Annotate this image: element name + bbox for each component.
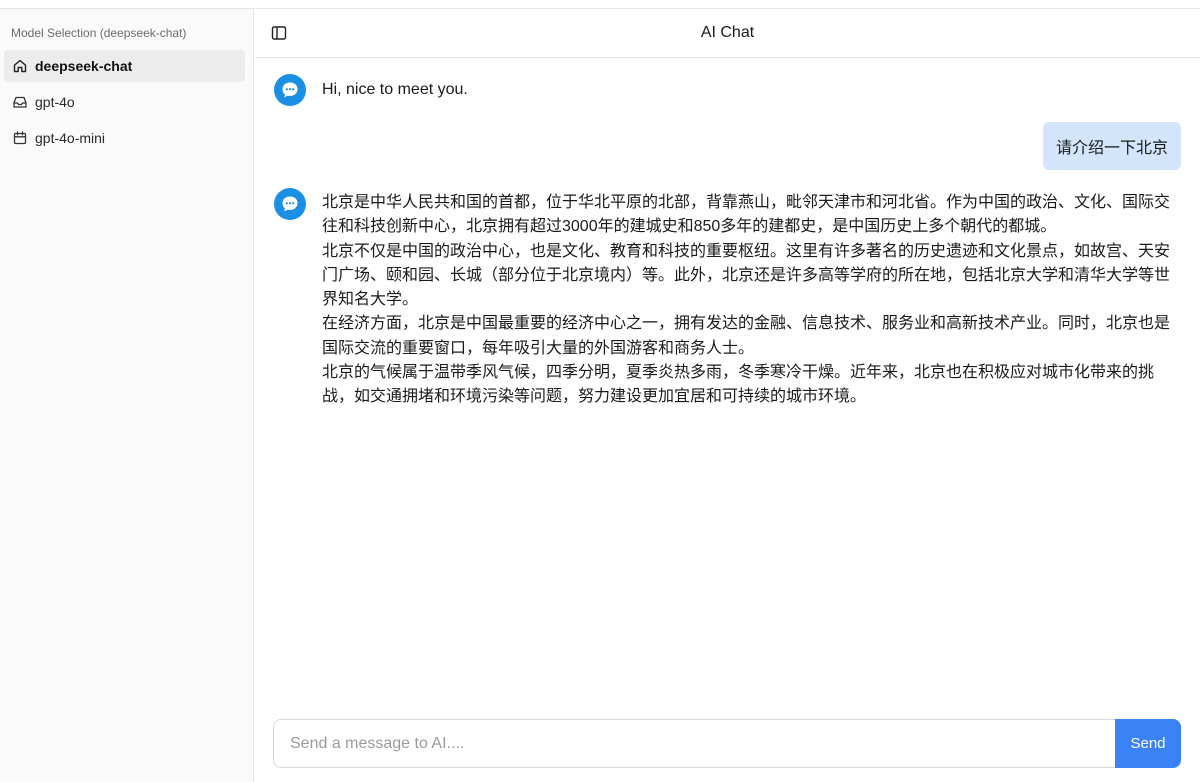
top-strip <box>0 0 1200 8</box>
ai-message: 北京是中华人民共和国的首都，位于华北平原的北部，背靠燕山，毗邻天津市和河北省。作… <box>322 191 1185 410</box>
sidebar-item-gpt-4o[interactable]: gpt-4o <box>4 86 245 118</box>
inbox-icon <box>12 94 28 110</box>
calendar-icon <box>12 130 28 146</box>
ai-message: Hi, nice to meet you. <box>322 81 468 98</box>
sidebar-item-deepseek-chat[interactable]: deepseek-chat <box>4 50 245 82</box>
page-title: AI Chat <box>700 24 755 41</box>
message-composer: Send <box>273 719 1181 768</box>
chat-panel: AI Chat Hi, nice to meet you. 请介绍一下北京 北京… <box>255 8 1200 782</box>
chat-bubble-icon <box>280 80 300 100</box>
sidebar-item-label: deepseek-chat <box>35 58 133 74</box>
sidebar-item-label: gpt-4o <box>35 94 75 110</box>
message-paragraph: 北京不仅是中国的政治中心，也是文化、教育和科技的重要枢纽。这里有许多著名的历史遗… <box>322 242 1171 309</box>
sidebar: Model Selection (deepseek-chat) deepseek… <box>0 8 254 782</box>
home-icon <box>12 58 28 74</box>
message-paragraph: 在经济方面，北京是中国最重要的经济中心之一，拥有发达的金融、信息技术、服务业和高… <box>322 315 1171 357</box>
sidebar-title: Model Selection (deepseek-chat) <box>11 26 187 40</box>
user-message: 请介绍一下北京 <box>1042 122 1181 170</box>
message-input[interactable] <box>273 719 1115 768</box>
sidebar-item-label: gpt-4o-mini <box>35 130 106 146</box>
send-button[interactable]: Send <box>1115 719 1181 768</box>
chat-bubble-icon <box>280 194 300 214</box>
message-paragraph: 北京是中华人民共和国的首都，位于华北平原的北部，背靠燕山，毗邻天津市和河北省。作… <box>322 194 1171 236</box>
chat-header: AI Chat <box>255 9 1200 58</box>
message-paragraph: 北京的气候属于温带季风气候，四季分明，夏季炎热多雨，冬季寒冷干燥。近年来，北京也… <box>322 364 1155 406</box>
sidebar-item-gpt-4o-mini[interactable]: gpt-4o-mini <box>4 122 245 154</box>
ai-avatar <box>274 74 306 106</box>
app-window: Model Selection (deepseek-chat) deepseek… <box>0 0 1200 782</box>
ai-avatar <box>274 188 306 220</box>
